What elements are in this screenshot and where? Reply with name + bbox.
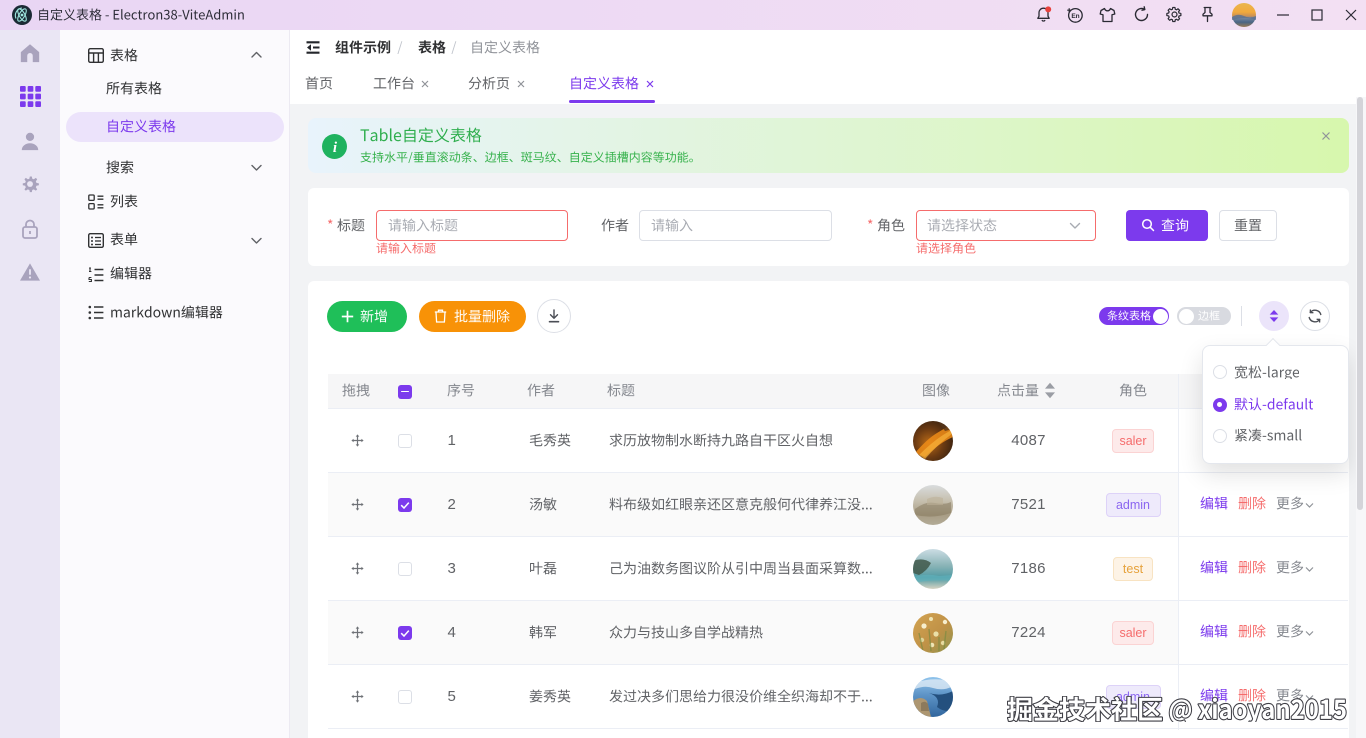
svg-text:En: En [1071,13,1079,20]
